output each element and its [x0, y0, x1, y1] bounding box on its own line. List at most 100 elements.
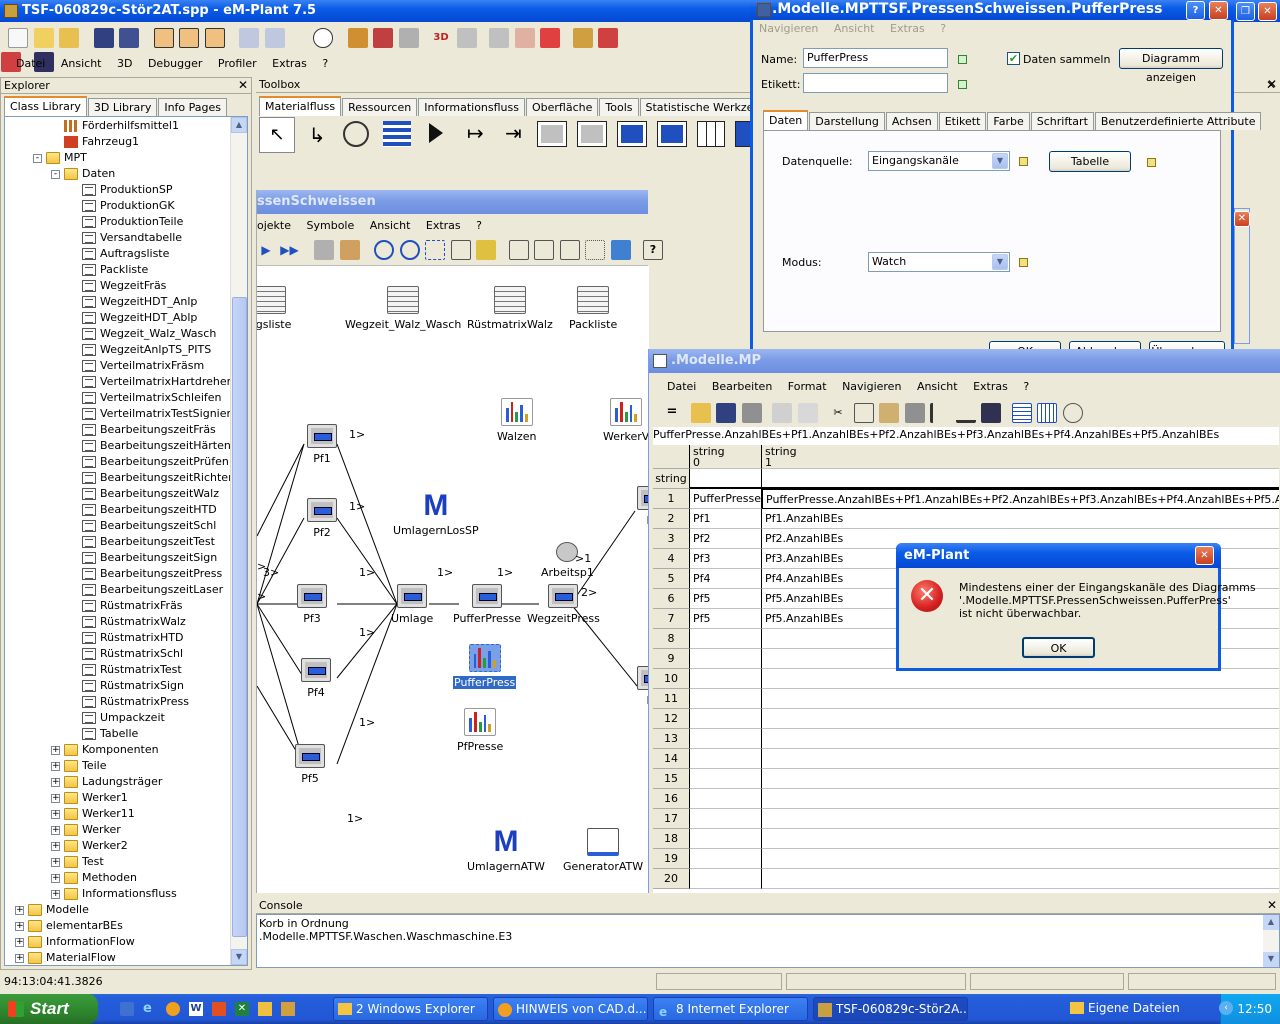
row-header[interactable]: 10 [653, 669, 690, 689]
toolbox-right-close-icon[interactable]: ✕ [1266, 78, 1276, 92]
frame-object[interactable]: M Vtg [645, 285, 649, 331]
frame-object[interactable]: Pf2 [307, 498, 337, 539]
background-window-close-icon[interactable]: ✕ [1234, 211, 1250, 227]
hierarchy-icon[interactable] [264, 28, 285, 48]
quicklaunch-excel-icon[interactable]: ✕ [235, 1002, 249, 1016]
frame-object[interactable]: Wegzeit_Walz_Wasch [345, 286, 461, 331]
tree-item[interactable]: VerteilmatrixHartdrehen [69, 374, 234, 390]
3d-online-icon[interactable] [540, 28, 560, 48]
profiler-icon[interactable] [598, 28, 618, 48]
row-header[interactable]: 11 [653, 689, 690, 709]
tree-item[interactable]: + Werker11 [51, 806, 135, 822]
table-cell[interactable] [762, 729, 1279, 749]
row-header[interactable]: 3 [653, 529, 690, 549]
row-header[interactable]: 17 [653, 809, 690, 829]
quicklaunch-7-icon[interactable] [258, 1002, 272, 1016]
tree-item[interactable]: RüstmatrixSign [69, 678, 184, 694]
tree-item[interactable]: BearbeitungszeitSign [69, 550, 217, 566]
table-cell[interactable] [690, 789, 762, 809]
eraser-icon[interactable] [508, 240, 529, 260]
table-cell[interactable] [762, 709, 1279, 729]
brush-icon[interactable] [339, 240, 360, 260]
chevron-down-icon[interactable]: ▼ [992, 153, 1008, 169]
frame-object[interactable]: RüstmatrixWalz [467, 286, 553, 331]
tree-item[interactable]: Tabelle [69, 726, 138, 742]
frame-title-bar[interactable]: ssenSchweissen [257, 190, 648, 214]
menu-extras[interactable]: Extras [266, 54, 313, 74]
row-header[interactable]: 1 [653, 489, 690, 509]
row-header[interactable]: 12 [653, 709, 690, 729]
table-view-icon[interactable] [1011, 403, 1032, 423]
tree-item[interactable]: ProduktionTeile [69, 214, 183, 230]
tree-item[interactable]: Versandtabelle [69, 230, 182, 246]
row-header[interactable]: 9 [653, 649, 690, 669]
frame-object[interactable]: Packliste [569, 286, 617, 331]
table-cell[interactable] [762, 769, 1279, 789]
name-input[interactable]: PufferPress [803, 48, 948, 68]
col-header-1[interactable]: string 1 [762, 445, 1279, 469]
expand-icon[interactable]: + [51, 761, 60, 771]
table-cell[interactable]: PufferPresse.AnzahlBEs+Pf1.AnzahlBEs+Pf2… [762, 489, 1279, 509]
quicklaunch-8-icon[interactable] [281, 1002, 295, 1016]
tree-item[interactable]: BearbeitungszeitHärten [69, 438, 231, 454]
frame-menu-help[interactable]: ? [470, 214, 488, 238]
row-header[interactable]: 19 [653, 849, 690, 869]
tree-item[interactable]: Auftragsliste [69, 246, 169, 262]
pencil-icon[interactable] [476, 240, 496, 260]
tree-item[interactable]: - Daten [51, 166, 115, 182]
table-cell[interactable] [690, 829, 762, 849]
comment-icon[interactable] [559, 240, 580, 260]
console-scrollbar[interactable]: ▲ ▼ [1263, 915, 1279, 967]
quicklaunch-ie-icon[interactable]: e [143, 1002, 157, 1016]
row-header[interactable]: 16 [653, 789, 690, 809]
chart-menu-extras[interactable]: Extras [884, 20, 931, 38]
col-header-0[interactable]: string 0 [690, 445, 762, 469]
name-inherit-icon[interactable] [958, 55, 967, 64]
tree-item[interactable]: WegzeitAnlpTS_PITS [69, 342, 211, 358]
frame-menu-extras[interactable]: Extras [420, 214, 467, 238]
tree-item[interactable]: RüstmatrixFräs [69, 598, 183, 614]
tree-item[interactable]: + elementarBEs [15, 918, 123, 934]
chart-dialog-help-button[interactable]: ? [1186, 1, 1205, 20]
frame-icon[interactable] [153, 28, 174, 48]
expand-icon[interactable]: + [51, 809, 60, 819]
print-icon[interactable] [741, 403, 762, 423]
tab-class-library[interactable]: Class Library [4, 96, 87, 116]
tab-tools[interactable]: Tools [599, 98, 639, 116]
tree-scrollbar[interactable]: ▲ ▼ [230, 117, 247, 965]
collapse-icon[interactable]: - [33, 153, 42, 163]
paste-icon[interactable] [879, 403, 899, 423]
tree-item[interactable]: + Werker1 [51, 790, 128, 806]
scroll-down-icon[interactable]: ▼ [231, 949, 247, 965]
tree-item[interactable]: VerteilmatrixTestSignieren [69, 406, 245, 422]
tab-darstellung[interactable]: Darstellung [809, 112, 885, 130]
quicklaunch-5-icon[interactable] [212, 1002, 226, 1016]
quicklaunch-1-icon[interactable] [120, 1002, 134, 1016]
tree-item[interactable]: Packliste [69, 262, 148, 278]
parallelproc-tool-icon[interactable] [577, 121, 607, 147]
tree-item[interactable]: - MPT [33, 150, 87, 166]
chart-menu-ansicht[interactable]: Ansicht [828, 20, 881, 38]
chart-dialog-close-button[interactable]: ✕ [1209, 1, 1228, 20]
expand-icon[interactable]: + [15, 953, 24, 963]
tree-item[interactable]: WegzeitHDT_Ablp [69, 310, 197, 326]
table-button[interactable]: Tabelle [1049, 151, 1131, 172]
table-cell[interactable]: PufferPresse [690, 489, 762, 509]
zoom-out-icon[interactable] [399, 240, 420, 260]
tree-item[interactable]: Förderhilfsmittel1 [51, 118, 179, 134]
table-cell[interactable]: Pf2 [690, 529, 762, 549]
scroll-up-icon[interactable]: ▲ [231, 117, 247, 133]
tree-item[interactable]: RüstmatrixHTD [69, 630, 183, 646]
tab-materialfluss[interactable]: Materialfluss [259, 96, 342, 116]
tab-info-pages[interactable]: Info Pages [158, 98, 228, 116]
label-inherit-icon[interactable] [958, 80, 967, 89]
tree-item[interactable]: + Teile [51, 758, 107, 774]
3d-viewer-icon[interactable] [514, 28, 535, 48]
trash-icon[interactable] [904, 403, 925, 423]
table-cell[interactable] [690, 749, 762, 769]
frame-object[interactable]: Umlage [391, 584, 433, 625]
tab-etikett[interactable]: Etikett [938, 112, 987, 130]
expand-icon[interactable]: + [51, 777, 60, 787]
table-menu-extras[interactable]: Extras [967, 373, 1014, 401]
3d-tools-icon[interactable] [456, 28, 477, 48]
